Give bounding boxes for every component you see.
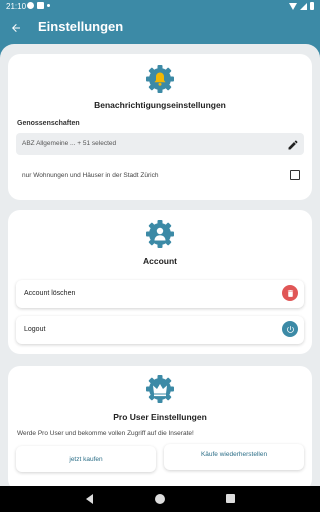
- signal-icon: [300, 2, 307, 10]
- restore-purchases-button[interactable]: Käufe wiederherstellen: [164, 444, 304, 470]
- buy-now-button[interactable]: jetzt kaufen: [16, 446, 156, 472]
- pro-user-card: Pro User Einstellungen Werde Pro User un…: [8, 366, 312, 486]
- status-notification-icons: [27, 2, 50, 9]
- trash-icon: [282, 285, 298, 301]
- pencil-icon[interactable]: [287, 138, 299, 150]
- system-navigation-bar: [0, 486, 320, 512]
- page-title: Einstellungen: [38, 19, 124, 34]
- arrow-left-icon: [12, 24, 20, 32]
- zurich-only-checkbox[interactable]: [290, 170, 300, 180]
- buy-now-label: jetzt kaufen: [69, 456, 103, 463]
- nav-home-icon[interactable]: [155, 494, 165, 504]
- more-notifications-icon: [47, 4, 50, 7]
- nav-back-icon[interactable]: [86, 494, 93, 504]
- restore-purchases-label: Käufe wiederherstellen: [200, 451, 268, 458]
- zurich-only-label: nur Wohnungen und Häuser in der Stadt Zü…: [22, 172, 159, 179]
- battery-icon: [310, 2, 314, 10]
- status-bar: 21:10: [0, 0, 320, 12]
- delete-account-button[interactable]: Account löschen: [16, 280, 304, 308]
- logout-button[interactable]: Logout: [16, 316, 304, 344]
- power-icon: [282, 321, 298, 337]
- cooperatives-label: Genossenschaften: [17, 120, 80, 127]
- account-card: Account Account löschen Logout: [8, 210, 312, 354]
- notification-icon: [27, 2, 34, 9]
- account-heading: Account: [143, 256, 177, 266]
- app-bar: Einstellungen: [0, 12, 320, 44]
- notification-settings-card: Benachrichtigungseinstellungen Genossens…: [8, 54, 312, 200]
- nav-recents-icon[interactable]: [226, 494, 235, 503]
- status-time: 21:10: [6, 2, 27, 11]
- crown-gear-icon: [145, 374, 175, 404]
- cooperatives-select-value: ABZ Allgemeine ... + 51 selected: [22, 140, 117, 147]
- cooperatives-select[interactable]: ABZ Allgemeine ... + 51 selected: [16, 133, 304, 155]
- back-button[interactable]: [6, 18, 26, 38]
- delete-account-label: Account löschen: [24, 290, 76, 297]
- settings-content: Benachrichtigungseinstellungen Genossens…: [0, 44, 320, 486]
- notification-settings-heading: Benachrichtigungseinstellungen: [94, 100, 226, 110]
- bell-gear-icon: [145, 64, 175, 94]
- pro-user-heading: Pro User Einstellungen: [113, 412, 207, 422]
- wifi-icon: [289, 2, 297, 10]
- zurich-only-row[interactable]: nur Wohnungen und Häuser in der Stadt Zü…: [16, 166, 304, 186]
- user-gear-icon: [145, 219, 175, 249]
- notification-icon: [37, 2, 44, 9]
- pro-user-description: Werde Pro User und bekomme vollen Zugrif…: [17, 430, 194, 437]
- status-system-icons: [289, 2, 314, 10]
- logout-label: Logout: [24, 326, 46, 333]
